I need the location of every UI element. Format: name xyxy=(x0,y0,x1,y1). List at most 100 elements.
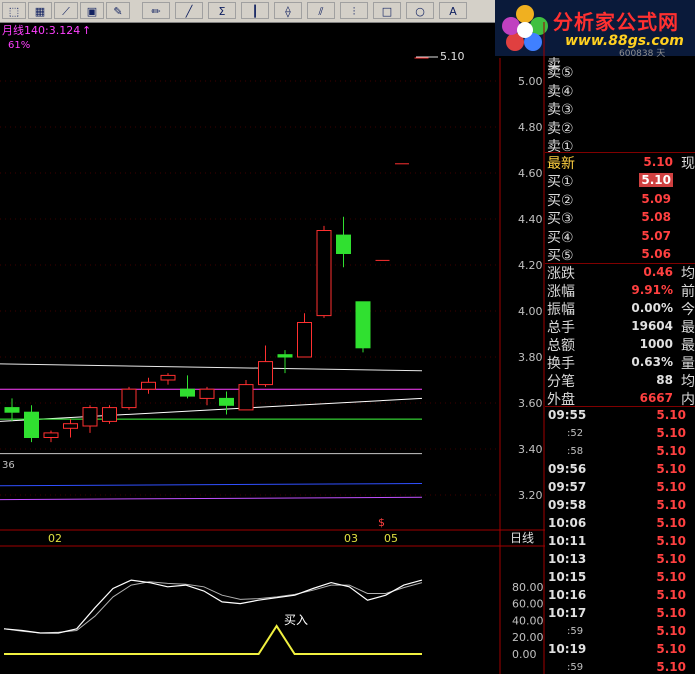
candle[interactable] xyxy=(160,373,176,385)
tick-time: 10:13 xyxy=(548,552,587,566)
logo-title: 分析家公式网 xyxy=(553,10,679,34)
window-icon[interactable]: ▣ xyxy=(80,2,104,19)
price-axis-label: 5.00 xyxy=(518,75,543,88)
osc-axis-label: 80.00 xyxy=(512,581,544,594)
kline-chart[interactable]: 5.00 4.80 4.60 4.40 4.20 4.00 3.80 3.60 3.40 3.20… xyxy=(0,22,545,674)
osc-axis-label: 60.00 xyxy=(512,598,544,611)
rect-icon[interactable]: □ xyxy=(373,2,401,19)
line-chart-icon[interactable]: ⟋ xyxy=(54,2,78,19)
candle[interactable] xyxy=(43,430,59,443)
left-edge-label: 36 xyxy=(2,460,15,471)
signal-marker: $ xyxy=(378,516,385,529)
tick-price: 5.10 xyxy=(656,426,686,440)
candle[interactable] xyxy=(316,225,332,318)
stat-value: 0.63% xyxy=(631,355,673,369)
stat-label: 涨幅 xyxy=(547,284,575,300)
price-axis-label: 4.00 xyxy=(518,305,543,318)
date-label-02: 02 xyxy=(48,532,62,545)
period-label: 日线 xyxy=(510,531,534,545)
candle[interactable] xyxy=(63,419,78,438)
pointer-icon[interactable]: ⬚ xyxy=(2,2,26,19)
candle[interactable] xyxy=(297,313,312,358)
fib-icon[interactable]: Σ xyxy=(208,2,236,19)
draw-icon[interactable]: ✏ xyxy=(142,2,170,19)
stat-label: 总额 xyxy=(547,338,575,354)
bars-icon[interactable]: ┃ xyxy=(241,2,269,19)
bid-label: 买② xyxy=(547,192,574,209)
tick-price: 5.10 xyxy=(656,408,686,422)
tick-price: 5.10 xyxy=(656,570,686,584)
candle[interactable] xyxy=(24,405,39,443)
tick-price: 5.10 xyxy=(656,624,686,638)
candle[interactable] xyxy=(336,216,351,268)
tick-price: 5.10 xyxy=(656,480,686,494)
tick-time: 10:17 xyxy=(548,606,587,620)
candle[interactable] xyxy=(4,398,20,422)
chart-icon[interactable]: ▦ xyxy=(28,2,52,19)
date-label-03: 03 xyxy=(344,532,358,545)
tick-time: 09:58 xyxy=(548,498,587,512)
candle[interactable] xyxy=(199,386,215,406)
candle[interactable] xyxy=(121,386,137,410)
latest-price: 5.10 xyxy=(643,155,673,169)
price-axis-label: 4.80 xyxy=(518,121,543,134)
bid-label: 买③ xyxy=(547,211,574,227)
candle[interactable] xyxy=(238,380,254,411)
stat-right-label: 今 xyxy=(681,302,695,318)
bid-label: 买④ xyxy=(547,229,574,246)
line-icon[interactable]: ╱ xyxy=(175,2,203,19)
bid-price: 5.09 xyxy=(641,191,671,206)
candle[interactable] xyxy=(355,301,371,353)
osc-d-line xyxy=(3,581,423,634)
tick-seconds: :59 xyxy=(567,626,584,637)
bid-label: 买① xyxy=(547,174,574,190)
candle[interactable] xyxy=(141,377,156,394)
stat-right-label: 量 xyxy=(681,356,695,372)
bid-label: 买⑤ xyxy=(547,248,574,264)
candle[interactable] xyxy=(102,405,117,424)
osc-axis-label: 20.00 xyxy=(512,631,544,644)
tick-seconds: :59 xyxy=(567,662,584,673)
candle[interactable] xyxy=(258,345,273,387)
bid-price: 5.08 xyxy=(641,210,671,224)
tick-price: 5.10 xyxy=(656,606,686,620)
tick-price: 5.10 xyxy=(656,660,686,674)
tick-time: 10:06 xyxy=(548,516,587,530)
stat-right-label: 前 xyxy=(681,284,695,300)
osc-axis-label: 40.00 xyxy=(512,614,544,627)
tick-price: 5.10 xyxy=(656,552,686,566)
tick-price: 5.10 xyxy=(656,588,686,602)
tick-time: 10:19 xyxy=(548,642,587,656)
stat-label: 涨跌 xyxy=(547,266,575,282)
tick-price: 5.10 xyxy=(656,516,686,530)
ma-line-purple xyxy=(0,496,423,501)
price-axis-label: 3.40 xyxy=(518,443,543,456)
tick-price: 5.10 xyxy=(656,444,686,458)
tick-seconds: :58 xyxy=(567,446,584,457)
stat-right-label: 均 xyxy=(681,374,695,390)
price-axis-label: 3.80 xyxy=(518,351,543,364)
parallel-icon[interactable]: ⫶ xyxy=(340,2,368,19)
stat-value: 9.91% xyxy=(631,283,673,297)
buy-signal-line xyxy=(4,624,422,655)
candle[interactable] xyxy=(180,375,195,399)
paint-icon[interactable]: ✎ xyxy=(106,2,130,19)
stat-label: 振幅 xyxy=(547,302,575,318)
candle[interactable] xyxy=(219,391,234,415)
tick-price: 5.10 xyxy=(656,642,686,656)
circle-icon[interactable]: ○ xyxy=(406,2,434,19)
fan-icon[interactable]: ⟠ xyxy=(274,2,302,19)
price-axis-label: 4.20 xyxy=(518,259,543,272)
ma-line-blue xyxy=(0,483,423,487)
tick-price: 5.10 xyxy=(656,462,686,476)
quote-panel: 卖卖⑤ 卖④ 卖③ 卖② 卖① 最新 5.10 现买① 5.10 买② 5.09 买③ 5.08 买④ 5.… xyxy=(545,56,695,674)
candle[interactable] xyxy=(277,350,293,374)
tick-price: 5.10 xyxy=(656,498,686,512)
price-axis-label: 4.60 xyxy=(518,167,543,180)
text-icon[interactable]: A xyxy=(439,2,467,19)
ask-label: 卖⑤ xyxy=(547,65,574,81)
tick-time: 09:57 xyxy=(548,480,587,494)
channel-icon[interactable]: ⫽ xyxy=(307,2,335,19)
candle[interactable] xyxy=(82,405,98,433)
osc-k-line xyxy=(3,579,423,634)
